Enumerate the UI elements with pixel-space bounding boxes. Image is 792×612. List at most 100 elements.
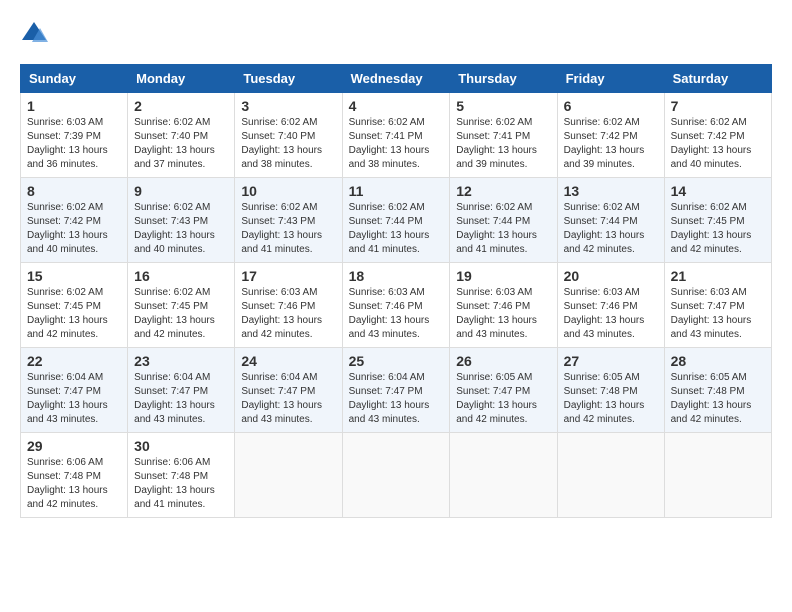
calendar-cell: 8 Sunrise: 6:02 AMSunset: 7:42 PMDayligh… [21,178,128,263]
calendar-week-4: 22 Sunrise: 6:04 AMSunset: 7:47 PMDaylig… [21,348,772,433]
calendar-header-saturday: Saturday [664,65,771,93]
calendar-cell: 17 Sunrise: 6:03 AMSunset: 7:46 PMDaylig… [235,263,342,348]
calendar-cell: 28 Sunrise: 6:05 AMSunset: 7:48 PMDaylig… [664,348,771,433]
calendar-cell [235,433,342,518]
day-number: 12 [456,183,550,199]
day-info: Sunrise: 6:02 AMSunset: 7:43 PMDaylight:… [241,202,322,255]
day-number: 28 [671,353,765,369]
day-number: 29 [27,438,121,454]
day-info: Sunrise: 6:03 AMSunset: 7:46 PMDaylight:… [564,287,645,340]
calendar-week-3: 15 Sunrise: 6:02 AMSunset: 7:45 PMDaylig… [21,263,772,348]
day-info: Sunrise: 6:02 AMSunset: 7:42 PMDaylight:… [671,117,752,170]
calendar-cell: 24 Sunrise: 6:04 AMSunset: 7:47 PMDaylig… [235,348,342,433]
calendar-cell: 15 Sunrise: 6:02 AMSunset: 7:45 PMDaylig… [21,263,128,348]
day-number: 17 [241,268,335,284]
calendar-cell: 14 Sunrise: 6:02 AMSunset: 7:45 PMDaylig… [664,178,771,263]
day-info: Sunrise: 6:04 AMSunset: 7:47 PMDaylight:… [27,372,108,425]
calendar-cell [450,433,557,518]
day-number: 1 [27,98,121,114]
calendar-week-2: 8 Sunrise: 6:02 AMSunset: 7:42 PMDayligh… [21,178,772,263]
day-number: 25 [349,353,444,369]
page-header [20,20,772,48]
calendar-header-thursday: Thursday [450,65,557,93]
calendar-cell [557,433,664,518]
calendar-cell: 30 Sunrise: 6:06 AMSunset: 7:48 PMDaylig… [128,433,235,518]
calendar-header-tuesday: Tuesday [235,65,342,93]
day-number: 23 [134,353,228,369]
day-info: Sunrise: 6:06 AMSunset: 7:48 PMDaylight:… [134,457,215,510]
calendar-week-1: 1 Sunrise: 6:03 AMSunset: 7:39 PMDayligh… [21,93,772,178]
day-number: 27 [564,353,658,369]
calendar-cell: 4 Sunrise: 6:02 AMSunset: 7:41 PMDayligh… [342,93,450,178]
calendar-cell: 20 Sunrise: 6:03 AMSunset: 7:46 PMDaylig… [557,263,664,348]
calendar-week-5: 29 Sunrise: 6:06 AMSunset: 7:48 PMDaylig… [21,433,772,518]
calendar-header-sunday: Sunday [21,65,128,93]
day-info: Sunrise: 6:04 AMSunset: 7:47 PMDaylight:… [134,372,215,425]
day-number: 20 [564,268,658,284]
day-info: Sunrise: 6:06 AMSunset: 7:48 PMDaylight:… [27,457,108,510]
calendar-cell: 22 Sunrise: 6:04 AMSunset: 7:47 PMDaylig… [21,348,128,433]
day-info: Sunrise: 6:02 AMSunset: 7:41 PMDaylight:… [349,117,430,170]
day-number: 22 [27,353,121,369]
day-info: Sunrise: 6:05 AMSunset: 7:48 PMDaylight:… [671,372,752,425]
day-info: Sunrise: 6:03 AMSunset: 7:47 PMDaylight:… [671,287,752,340]
day-info: Sunrise: 6:02 AMSunset: 7:45 PMDaylight:… [27,287,108,340]
day-info: Sunrise: 6:05 AMSunset: 7:48 PMDaylight:… [564,372,645,425]
day-info: Sunrise: 6:02 AMSunset: 7:45 PMDaylight:… [671,202,752,255]
logo [20,20,54,48]
day-number: 16 [134,268,228,284]
calendar-cell: 5 Sunrise: 6:02 AMSunset: 7:41 PMDayligh… [450,93,557,178]
day-info: Sunrise: 6:03 AMSunset: 7:39 PMDaylight:… [27,117,108,170]
calendar-cell: 21 Sunrise: 6:03 AMSunset: 7:47 PMDaylig… [664,263,771,348]
calendar-cell: 10 Sunrise: 6:02 AMSunset: 7:43 PMDaylig… [235,178,342,263]
day-number: 19 [456,268,550,284]
calendar-header-friday: Friday [557,65,664,93]
calendar-header-monday: Monday [128,65,235,93]
day-number: 8 [27,183,121,199]
day-number: 11 [349,183,444,199]
calendar-cell: 6 Sunrise: 6:02 AMSunset: 7:42 PMDayligh… [557,93,664,178]
day-info: Sunrise: 6:04 AMSunset: 7:47 PMDaylight:… [349,372,430,425]
day-info: Sunrise: 6:02 AMSunset: 7:43 PMDaylight:… [134,202,215,255]
day-number: 26 [456,353,550,369]
calendar-cell [664,433,771,518]
calendar-table: SundayMondayTuesdayWednesdayThursdayFrid… [20,64,772,518]
logo-icon [20,20,48,48]
day-info: Sunrise: 6:03 AMSunset: 7:46 PMDaylight:… [456,287,537,340]
day-info: Sunrise: 6:02 AMSunset: 7:42 PMDaylight:… [27,202,108,255]
calendar-cell: 1 Sunrise: 6:03 AMSunset: 7:39 PMDayligh… [21,93,128,178]
day-number: 6 [564,98,658,114]
day-info: Sunrise: 6:03 AMSunset: 7:46 PMDaylight:… [349,287,430,340]
day-info: Sunrise: 6:02 AMSunset: 7:45 PMDaylight:… [134,287,215,340]
calendar-cell: 11 Sunrise: 6:02 AMSunset: 7:44 PMDaylig… [342,178,450,263]
day-number: 4 [349,98,444,114]
calendar-cell: 29 Sunrise: 6:06 AMSunset: 7:48 PMDaylig… [21,433,128,518]
calendar-cell: 25 Sunrise: 6:04 AMSunset: 7:47 PMDaylig… [342,348,450,433]
calendar-cell: 23 Sunrise: 6:04 AMSunset: 7:47 PMDaylig… [128,348,235,433]
calendar-cell: 9 Sunrise: 6:02 AMSunset: 7:43 PMDayligh… [128,178,235,263]
day-number: 3 [241,98,335,114]
day-number: 9 [134,183,228,199]
calendar-cell: 18 Sunrise: 6:03 AMSunset: 7:46 PMDaylig… [342,263,450,348]
day-info: Sunrise: 6:05 AMSunset: 7:47 PMDaylight:… [456,372,537,425]
day-number: 2 [134,98,228,114]
calendar-cell: 16 Sunrise: 6:02 AMSunset: 7:45 PMDaylig… [128,263,235,348]
calendar-cell: 12 Sunrise: 6:02 AMSunset: 7:44 PMDaylig… [450,178,557,263]
day-info: Sunrise: 6:02 AMSunset: 7:44 PMDaylight:… [349,202,430,255]
day-info: Sunrise: 6:02 AMSunset: 7:42 PMDaylight:… [564,117,645,170]
day-number: 24 [241,353,335,369]
calendar-cell: 19 Sunrise: 6:03 AMSunset: 7:46 PMDaylig… [450,263,557,348]
calendar-cell: 7 Sunrise: 6:02 AMSunset: 7:42 PMDayligh… [664,93,771,178]
day-number: 21 [671,268,765,284]
day-info: Sunrise: 6:02 AMSunset: 7:40 PMDaylight:… [134,117,215,170]
day-info: Sunrise: 6:02 AMSunset: 7:41 PMDaylight:… [456,117,537,170]
day-number: 5 [456,98,550,114]
day-info: Sunrise: 6:02 AMSunset: 7:40 PMDaylight:… [241,117,322,170]
calendar-cell: 2 Sunrise: 6:02 AMSunset: 7:40 PMDayligh… [128,93,235,178]
day-info: Sunrise: 6:03 AMSunset: 7:46 PMDaylight:… [241,287,322,340]
day-info: Sunrise: 6:02 AMSunset: 7:44 PMDaylight:… [456,202,537,255]
calendar-cell [342,433,450,518]
day-info: Sunrise: 6:02 AMSunset: 7:44 PMDaylight:… [564,202,645,255]
day-number: 18 [349,268,444,284]
calendar-cell: 27 Sunrise: 6:05 AMSunset: 7:48 PMDaylig… [557,348,664,433]
